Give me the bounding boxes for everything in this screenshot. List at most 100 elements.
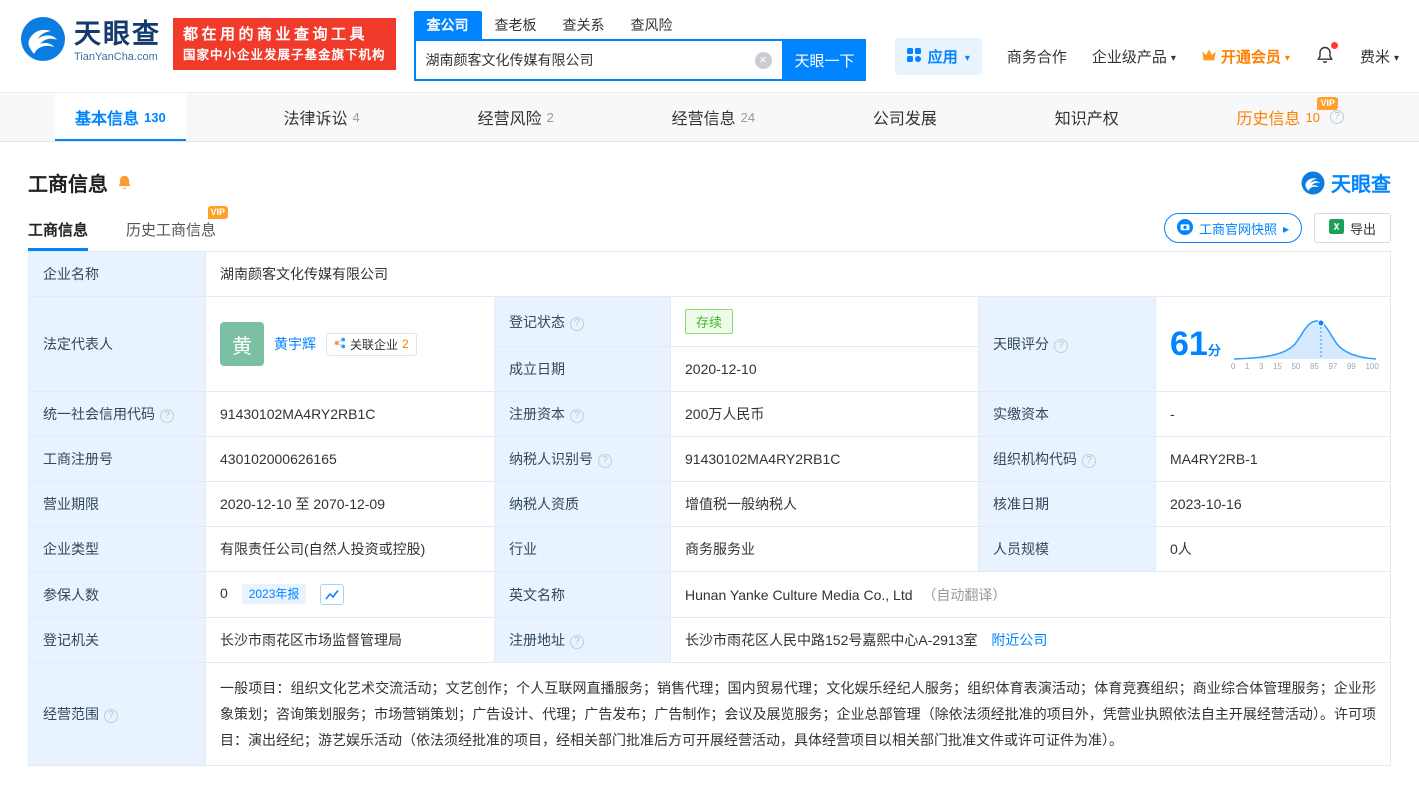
notifications-bell[interactable] — [1315, 41, 1338, 69]
promo-banner[interactable]: 都在用的商业查询工具 国家中小企业发展子基金旗下机构 — [173, 18, 396, 70]
field-value: 91430102MA4RY2RB1C — [670, 436, 979, 482]
field-label: 经营范围 — [28, 662, 206, 766]
vip-badge: VIP — [207, 206, 229, 219]
menu-open-vip[interactable]: 开通会员 — [1201, 46, 1290, 67]
field-value: 0 2023年报 — [205, 571, 495, 618]
field-label: 实缴资本 — [978, 391, 1156, 437]
row-credit-code: 统一社会信用代码 91430102MA4RY2RB1C 注册资本 200万人民币… — [28, 391, 1391, 437]
help-icon[interactable] — [570, 409, 584, 423]
field-value: MA4RY2RB-1 — [1155, 436, 1391, 482]
excel-icon — [1328, 219, 1344, 237]
related-network-icon — [334, 337, 346, 352]
field-value: Hunan Yanke Culture Media Co., Ltd （自动翻译… — [670, 571, 1391, 618]
legal-rep-avatar[interactable]: 黄 — [220, 322, 264, 366]
field-label: 登记状态 — [494, 296, 671, 347]
help-icon[interactable] — [160, 409, 174, 423]
field-label: 纳税人资质 — [494, 481, 671, 527]
search-tab-company[interactable]: 查公司 — [413, 11, 482, 39]
row-business-scope: 经营范围 一般项目：组织文化艺术交流活动；文艺创作；个人互联网直播服务；销售代理… — [28, 662, 1391, 766]
chevron-down-icon — [1171, 48, 1176, 65]
tianyan-score: 61分 0 1 3 15 50 85 97 99 100 — [1170, 317, 1379, 371]
field-value: 长沙市雨花区市场监督管理局 — [205, 617, 495, 663]
search-tabs: 查公司 查老板 查关系 查风险 — [413, 11, 866, 39]
main-content: 工商信息 天眼查 工商信息 VIP 历史工商信息 工商官网快照 ▸ 导出 企业名… — [0, 168, 1419, 766]
help-icon[interactable] — [1330, 110, 1344, 124]
search-input[interactable] — [425, 52, 755, 68]
tianyancha-logo[interactable]: 天眼查 TianYanCha.com — [20, 16, 161, 67]
chevron-down-icon — [1394, 48, 1399, 65]
subtab-business-info[interactable]: 工商信息 — [28, 219, 89, 251]
field-label: 组织机构代码 — [978, 436, 1156, 482]
help-icon[interactable] — [1082, 454, 1096, 468]
tab-operation-info[interactable]: 经营信息 24 — [652, 93, 775, 141]
row-company-type: 企业类型 有限责任公司(自然人投资或控股) 行业 商务服务业 人员规模 0人 — [28, 526, 1391, 572]
tab-history-info[interactable]: VIP 历史信息 10 — [1217, 93, 1364, 141]
field-value: 商务服务业 — [670, 526, 979, 572]
vip-badge: VIP — [1317, 97, 1338, 110]
field-label: 企业类型 — [28, 526, 206, 572]
field-label: 注册地址 — [494, 617, 671, 663]
export-button[interactable]: 导出 — [1313, 213, 1391, 243]
tab-intellectual-property[interactable]: 知识产权 — [1035, 93, 1139, 141]
nearby-companies-link[interactable]: 附近公司 — [991, 632, 1047, 648]
search-tab-boss[interactable]: 查老板 — [482, 11, 550, 39]
search-box — [413, 39, 784, 81]
top-menu: 应用 商务合作 企业级产品 开通会员 — [894, 38, 1399, 75]
field-value: 黄 黄宇辉 关联企业 2 — [205, 296, 495, 392]
monitor-bell-icon[interactable] — [116, 174, 133, 191]
subtab-history-business-info[interactable]: VIP 历史工商信息 — [126, 206, 229, 251]
brand-domain: TianYanCha.com — [74, 51, 158, 64]
chevron-down-icon — [965, 48, 970, 65]
menu-business-cooperation[interactable]: 商务合作 — [1007, 46, 1067, 67]
chevron-down-icon — [1285, 48, 1290, 65]
field-label: 纳税人识别号 — [494, 436, 671, 482]
snapshot-camera-icon — [1176, 218, 1193, 238]
help-icon[interactable] — [570, 316, 584, 331]
auto-translate-note: （自动翻译） — [922, 586, 1007, 603]
clear-search-icon[interactable] — [754, 51, 772, 69]
help-icon[interactable] — [570, 635, 584, 649]
crown-icon — [1201, 48, 1217, 66]
search-tab-risk[interactable]: 查风险 — [618, 11, 686, 39]
tab-basic-info[interactable]: 基本信息 130 — [55, 93, 186, 141]
company-section-tabs: 基本信息 130 法律诉讼 4 经营风险 2 经营信息 24 公司发展 知识产权… — [0, 92, 1419, 142]
field-label: 企业名称 — [28, 251, 206, 297]
related-companies-badge[interactable]: 关联企业 2 — [326, 332, 417, 356]
search-button[interactable]: 天眼一下 — [783, 39, 866, 81]
tab-legal-proceedings[interactable]: 法律诉讼 4 — [264, 93, 380, 141]
apps-menu[interactable]: 应用 — [894, 38, 982, 75]
trend-chart-icon[interactable] — [320, 584, 345, 605]
field-label: 工商注册号 — [28, 436, 206, 482]
search-tab-relation[interactable]: 查关系 — [550, 11, 618, 39]
field-label: 法定代表人 — [28, 296, 206, 392]
field-value: 200万人民币 — [670, 391, 979, 437]
row-reg-number: 工商注册号 430102000626165 纳税人识别号 91430102MA4… — [28, 436, 1391, 482]
menu-enterprise-products[interactable]: 企业级产品 — [1092, 46, 1176, 67]
username: 费米 — [1359, 49, 1390, 66]
field-label: 统一社会信用代码 — [28, 391, 206, 437]
section-title: 工商信息 — [28, 174, 108, 196]
field-value: 存续 — [670, 296, 979, 347]
score-distribution-chart: 0 1 3 15 50 85 97 99 100 — [1231, 317, 1379, 371]
help-icon[interactable] — [1054, 339, 1068, 353]
row-legal-rep: 法定代表人 黄 黄宇辉 关联企业 2 登记状态? 存续 天眼评分? 61分 0 … — [28, 296, 1391, 392]
legal-rep-link[interactable]: 黄宇辉 — [274, 334, 316, 354]
row-company-name: 企业名称 湖南颜客文化传媒有限公司 — [28, 251, 1391, 297]
page: 天眼查 TianYanCha.com 都在用的商业查询工具 国家中小企业发展子基… — [0, 0, 1419, 793]
tab-operation-risk[interactable]: 经营风险 2 — [458, 93, 574, 141]
help-icon[interactable] — [598, 454, 612, 468]
user-menu[interactable]: 费米 — [1360, 46, 1399, 67]
top-header: 天眼查 TianYanCha.com 都在用的商业查询工具 国家中小企业发展子基… — [0, 0, 1419, 92]
annual-report-badge[interactable]: 2023年报 — [241, 584, 307, 605]
apps-grid-icon — [906, 47, 921, 66]
help-icon[interactable] — [104, 709, 118, 723]
field-label: 成立日期 — [494, 346, 671, 392]
field-value: 湖南颜客文化传媒有限公司 — [205, 251, 1391, 297]
field-value: 2020-12-10 — [670, 346, 979, 392]
field-value: 增值税一般纳税人 — [670, 481, 979, 527]
field-value: - — [1155, 391, 1391, 437]
field-label: 参保人数 — [28, 571, 206, 618]
tab-company-development[interactable]: 公司发展 — [853, 93, 957, 141]
field-value: 2023-10-16 — [1155, 481, 1391, 527]
official-snapshot-button[interactable]: 工商官网快照 — [1163, 213, 1302, 243]
